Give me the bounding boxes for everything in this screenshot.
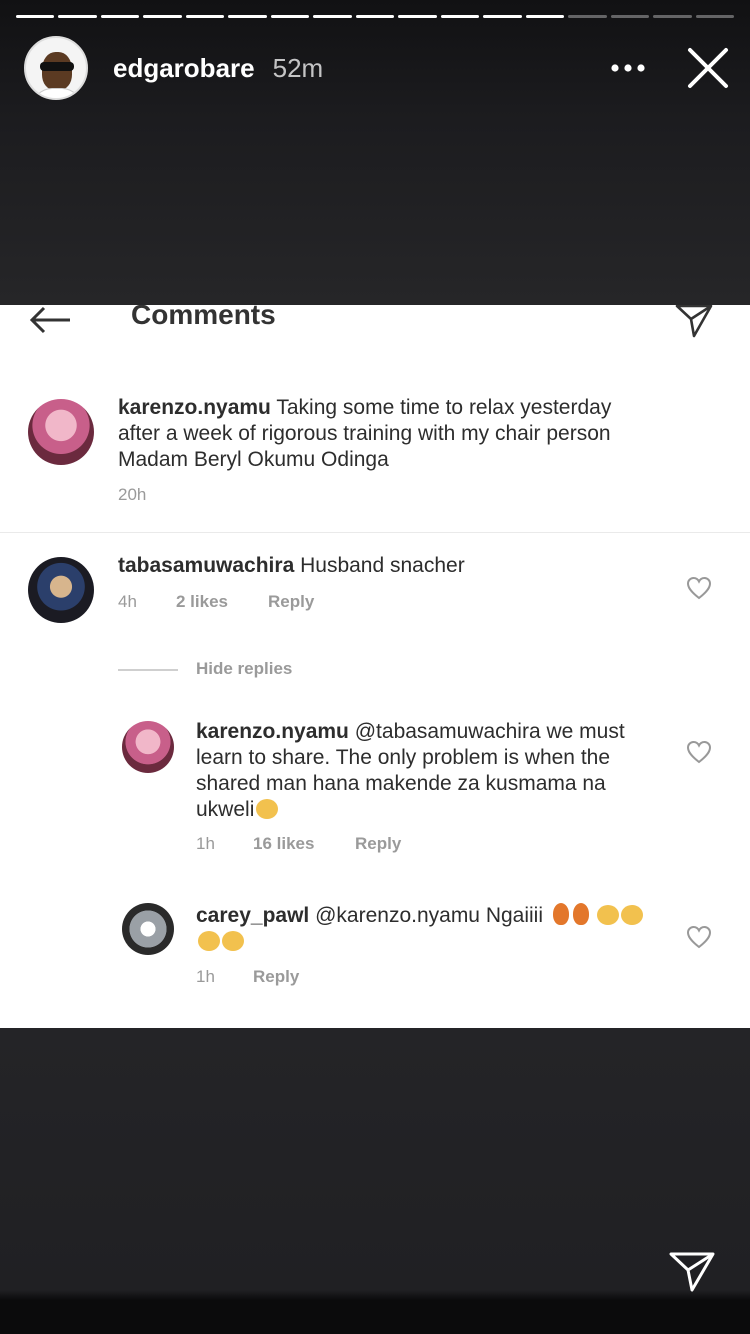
- heart-icon: [686, 740, 712, 764]
- laughing-emoji-icon: [620, 905, 643, 925]
- progress-segment: [270, 15, 310, 18]
- comment-username: tabasamuwachira: [118, 554, 295, 577]
- progress-segment: [143, 15, 182, 18]
- comment-text: tabasamuwachira Husband snacher: [118, 553, 658, 579]
- progress-segment: [100, 15, 140, 18]
- story-username[interactable]: edgarobare: [113, 53, 255, 84]
- reply-avatar: [122, 903, 174, 955]
- story-header: edgarobare 52m: [24, 36, 730, 100]
- reply-body: @karenzo.nyamu Ngaiiii: [315, 904, 544, 927]
- caption-meta: 20h: [118, 485, 146, 505]
- progress-segment: [440, 15, 480, 18]
- comment-likes: 2 likes: [176, 592, 228, 611]
- progress-segment: [525, 15, 565, 18]
- reply-time: 1h: [196, 834, 215, 853]
- progress-segment: [16, 15, 55, 18]
- hide-replies-line: [118, 669, 178, 671]
- comment-time: 4h: [118, 592, 137, 611]
- reply-meta: 1h Reply: [196, 967, 299, 987]
- caption-time: 20h: [118, 485, 147, 504]
- reply-username: karenzo.nyamu: [196, 720, 349, 743]
- reply-username: carey_pawl: [196, 904, 310, 927]
- comment-meta: 4h 2 likes Reply: [118, 592, 314, 612]
- comment-reply: Reply: [268, 592, 315, 611]
- comments-topbar: Comments: [0, 305, 750, 361]
- fire-emoji-icon: [572, 903, 589, 925]
- laughing-emoji-icon: [198, 931, 220, 951]
- hide-replies-link: Hide replies: [196, 659, 293, 678]
- progress-segment: [228, 15, 267, 18]
- laughing-emoji-icon: [596, 905, 619, 925]
- story-progress-bar: [16, 15, 734, 19]
- comment-avatar: [28, 557, 94, 623]
- emoji-icon: [256, 799, 279, 819]
- comments-screenshot: Comments karenzo.nyamu Taking some time …: [0, 305, 750, 1028]
- heart-icon: [686, 925, 712, 949]
- reply-text: carey_pawl @karenzo.nyamu Ngaiiii: [196, 903, 666, 955]
- laughing-emoji-icon: [222, 931, 244, 951]
- reply-reply: Reply: [355, 834, 402, 853]
- progress-segment: [483, 15, 522, 18]
- post-caption: karenzo.nyamu Taking some time to relax …: [0, 377, 750, 533]
- reply-text: karenzo.nyamu @tabasamuwachira we must l…: [196, 719, 646, 823]
- caption-avatar: [28, 399, 94, 465]
- progress-segment: [185, 15, 225, 18]
- story-avatar[interactable]: [24, 36, 88, 100]
- caption-text: karenzo.nyamu Taking some time to relax …: [118, 395, 658, 473]
- send-icon: [675, 305, 713, 338]
- close-icon[interactable]: [686, 46, 730, 90]
- reply-meta: 1h 16 likes Reply: [196, 834, 401, 854]
- comment-body: Husband snacher: [300, 554, 465, 577]
- reply-reply: Reply: [253, 967, 300, 986]
- avatar-face: [42, 52, 72, 90]
- heart-icon: [686, 576, 712, 600]
- back-arrow-icon: [29, 306, 70, 334]
- progress-segment: [355, 15, 395, 18]
- story-time: 52m: [272, 52, 324, 83]
- progress-segment: [58, 15, 97, 18]
- avatar-sunglasses: [40, 62, 74, 71]
- progress-segment: [653, 15, 692, 18]
- reply-avatar: [122, 721, 174, 773]
- avatar-shirt: [32, 88, 82, 98]
- fire-emoji-icon: [552, 903, 569, 925]
- caption-username: karenzo.nyamu: [118, 396, 271, 419]
- more-options-icon[interactable]: [608, 48, 648, 88]
- comments-title: Comments: [131, 305, 276, 330]
- progress-segment: [610, 15, 650, 18]
- reply-likes: 16 likes: [253, 834, 315, 853]
- progress-segment: [568, 15, 607, 18]
- progress-segment: [398, 15, 437, 18]
- progress-segment: [313, 15, 352, 18]
- send-message-icon[interactable]: [668, 1250, 716, 1294]
- progress-segment: [695, 15, 734, 18]
- reply-time: 1h: [196, 967, 215, 986]
